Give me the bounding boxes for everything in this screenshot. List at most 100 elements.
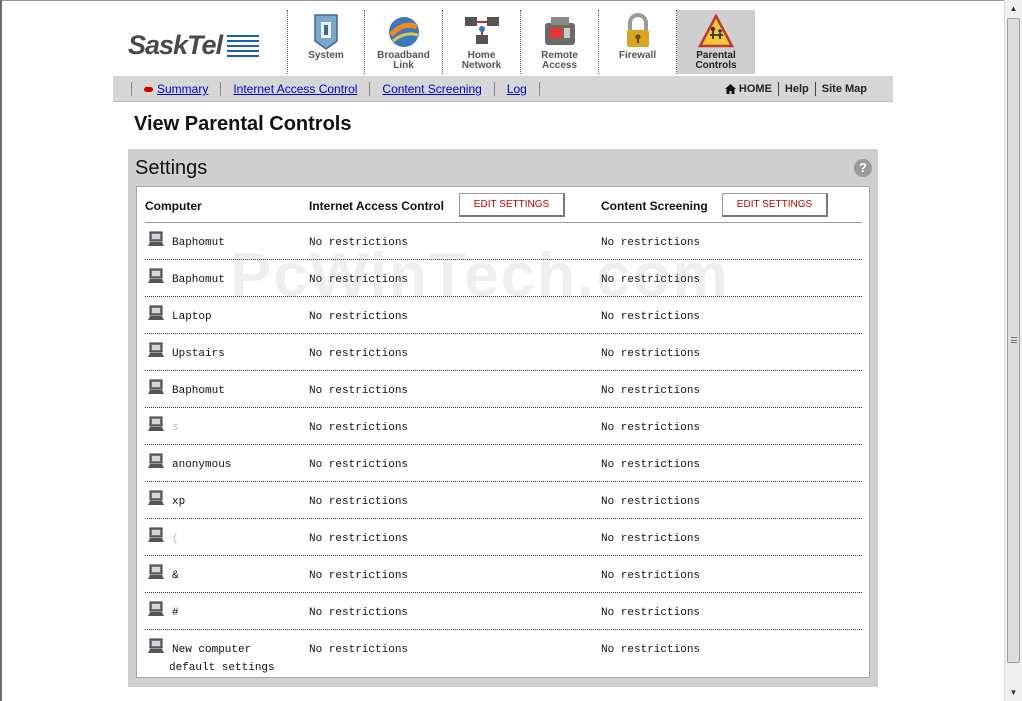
home-network-icon xyxy=(463,13,501,51)
nav-parental-label-2: Controls xyxy=(695,60,737,71)
settings-table: Computer Internet Access Control EDIT SE… xyxy=(136,186,870,678)
table-row[interactable]: Laptop No restrictions No restrictions xyxy=(145,297,862,334)
logo-text: SaskTel xyxy=(128,30,223,60)
nav-system-label: System xyxy=(308,50,344,61)
computer-name: & xyxy=(172,570,179,582)
nav-remote-label-2: Access xyxy=(541,60,578,71)
cs-value: No restrictions xyxy=(601,496,701,508)
scrollbar-grip-icon xyxy=(1011,337,1017,343)
table-row-new-computer-default[interactable]: New computer default settings No restricti… xyxy=(145,630,862,680)
scrollbar-thumb[interactable] xyxy=(1007,18,1020,663)
sub-nav-content-screening-link[interactable]: Content Screening xyxy=(369,82,493,96)
nav-parental-controls[interactable]: Parental Controls xyxy=(677,10,755,74)
summary-link-label: Summary xyxy=(157,82,209,96)
computer-name: # xyxy=(172,607,179,619)
table-row[interactable]: ( No restrictions No restrictions xyxy=(145,519,862,556)
table-row[interactable]: & No restrictions No restrictions xyxy=(145,556,862,593)
computer-icon xyxy=(148,231,164,246)
computer-icon xyxy=(148,564,164,579)
sub-nav-internet-access-control-link[interactable]: Internet Access Control xyxy=(220,82,369,96)
edit-internet-access-control-button[interactable]: EDIT SETTINGS xyxy=(459,193,565,217)
remote-access-icon xyxy=(541,13,579,51)
iac-value: No restrictions xyxy=(309,607,409,619)
panel-title: Settings xyxy=(135,157,208,179)
table-row[interactable]: Upstairs No restrictions No restrictions xyxy=(145,334,862,371)
table-row[interactable]: Baphomut No restrictions No restrictions xyxy=(145,223,862,260)
table-row[interactable]: Baphomut No restrictions No restrictions xyxy=(145,260,862,297)
cs-value: No restrictions xyxy=(601,607,701,619)
computer-icon xyxy=(148,342,164,357)
utility-links: HOME Help Site Map xyxy=(719,76,873,102)
table-row[interactable]: anonymous No restrictions No restrictions xyxy=(145,445,862,482)
nav-broadband-link[interactable]: Broadband Link xyxy=(365,10,443,74)
sub-nav-summary-link[interactable]: Summary xyxy=(131,82,220,96)
computer-name: Upstairs xyxy=(172,348,225,360)
active-bullet-icon xyxy=(144,86,153,92)
cs-value: No restrictions xyxy=(601,570,701,582)
column-header-computer: Computer xyxy=(145,199,202,213)
table-row[interactable]: Baphomut No restrictions No restrictions xyxy=(145,371,862,408)
firewall-lock-icon xyxy=(619,13,657,51)
page-title: View Parental Controls xyxy=(134,113,352,135)
computer-icon xyxy=(148,527,164,542)
computer-icon xyxy=(148,268,164,283)
iac-value: No restrictions xyxy=(309,274,409,286)
computer-name: Baphomut xyxy=(172,274,225,286)
iac-value: No restrictions xyxy=(309,348,409,360)
iac-value: No restrictions xyxy=(309,496,409,508)
sub-navigation-bar: Summary Internet Access Control Content … xyxy=(113,76,893,102)
nav-firewall-label: Firewall xyxy=(618,50,657,61)
sub-nav-log-link[interactable]: Log xyxy=(493,82,540,96)
nav-home-network[interactable]: Home Network xyxy=(443,10,521,74)
cs-value: No restrictions xyxy=(601,533,701,545)
nav-remote-access[interactable]: Remote Access xyxy=(521,10,599,74)
scroll-up-arrow-icon[interactable]: ▲ xyxy=(1005,0,1022,17)
help-icon[interactable]: ? xyxy=(854,159,872,177)
cs-value: No restrictions xyxy=(601,385,701,397)
computer-icon xyxy=(148,638,164,653)
home-link[interactable]: HOME xyxy=(719,82,778,96)
cs-value: No restrictions xyxy=(601,422,701,434)
computer-name: s xyxy=(172,422,179,434)
window-top-border xyxy=(0,0,1022,1)
computer-name: New computer default settings xyxy=(169,641,299,677)
site-map-link[interactable]: Site Map xyxy=(814,82,873,96)
table-row[interactable]: s No restrictions No restrictions xyxy=(145,408,862,445)
computer-icon xyxy=(148,490,164,505)
column-header-internet-access-control: Internet Access Control xyxy=(309,199,444,213)
help-link[interactable]: Help xyxy=(777,82,815,96)
table-row[interactable]: # No restrictions No restrictions xyxy=(145,593,862,630)
column-header-content-screening: Content Screening xyxy=(601,199,708,213)
cs-value: No restrictions xyxy=(601,644,701,656)
iac-value: No restrictions xyxy=(309,644,409,656)
cs-value: No restrictions xyxy=(601,237,701,249)
broadband-link-icon xyxy=(385,13,423,51)
cs-value: No restrictions xyxy=(601,459,701,471)
computer-name: ( xyxy=(172,533,179,545)
computer-icon xyxy=(148,305,164,320)
computer-rows: Baphomut No restrictions No restrictions B… xyxy=(137,223,871,680)
computer-name: Baphomut xyxy=(172,385,225,397)
logo-stripes-icon xyxy=(227,34,260,57)
iac-value: No restrictions xyxy=(309,459,409,471)
computer-icon xyxy=(148,601,164,616)
table-row[interactable]: xp No restrictions No restrictions xyxy=(145,482,862,519)
settings-panel: Settings ? Computer Internet Access Cont… xyxy=(128,149,878,687)
nav-system[interactable]: System xyxy=(287,10,365,74)
nav-home-label-2: Network xyxy=(461,60,502,71)
computer-icon xyxy=(148,416,164,431)
vertical-scrollbar[interactable]: ▲ ▼ xyxy=(1004,0,1022,701)
iac-value: No restrictions xyxy=(309,570,409,582)
iac-value: No restrictions xyxy=(309,385,409,397)
nav-firewall[interactable]: Firewall xyxy=(599,10,677,74)
default-row-name-line-2: default settings xyxy=(169,662,275,674)
sub-nav-links: Summary Internet Access Control Content … xyxy=(131,76,540,102)
cs-value: No restrictions xyxy=(601,274,701,286)
scroll-down-arrow-icon[interactable]: ▼ xyxy=(1005,684,1022,701)
top-navigation: System Broadband Link Home Network Remot… xyxy=(287,10,755,74)
sasktel-logo[interactable]: SaskTel xyxy=(128,30,260,61)
iac-value: No restrictions xyxy=(309,533,409,545)
edit-content-screening-button[interactable]: EDIT SETTINGS xyxy=(722,193,828,217)
computer-name: xp xyxy=(172,496,186,508)
nav-broadband-label-2: Link xyxy=(393,60,414,71)
